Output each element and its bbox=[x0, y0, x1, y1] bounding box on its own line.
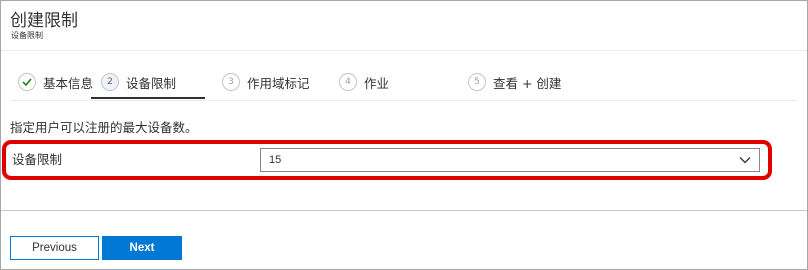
step-1-circle bbox=[18, 73, 36, 91]
step-number: 2 bbox=[101, 73, 119, 91]
step-number: 5 bbox=[468, 73, 486, 91]
step-label: 作业 bbox=[364, 75, 390, 91]
device-limit-value: 15 bbox=[269, 154, 282, 166]
wizard-steps: 基本信息 2 设备限制 3 作用域标记 4 作业 5 查看 + 创建 bbox=[0, 64, 808, 100]
step-review-create[interactable]: 5 查看 + 创建 bbox=[468, 64, 561, 100]
step-number: 3 bbox=[222, 73, 240, 91]
active-step-underline bbox=[91, 97, 205, 99]
step-scope-tags[interactable]: 3 作用域标记 bbox=[222, 64, 310, 100]
footer-divider bbox=[1, 210, 807, 211]
step-label: 设备限制 bbox=[126, 75, 177, 91]
header-divider bbox=[1, 50, 807, 51]
steps-divider bbox=[10, 100, 797, 101]
previous-button[interactable]: Previous bbox=[10, 236, 99, 260]
step-label: 查看 + 创建 bbox=[493, 75, 562, 91]
step-assignments[interactable]: 4 作业 bbox=[339, 64, 389, 100]
device-limit-dropdown[interactable]: 15 bbox=[260, 148, 760, 172]
step-device-limit[interactable]: 2 设备限制 bbox=[101, 64, 176, 100]
step-label: 作用域标记 bbox=[247, 75, 310, 91]
step-number: 4 bbox=[339, 73, 357, 91]
step-label: 基本信息 bbox=[43, 75, 94, 91]
next-button[interactable]: Next bbox=[102, 236, 182, 260]
page-title: 创建限制 bbox=[10, 11, 78, 31]
page-subtitle: 设备限制 bbox=[11, 31, 43, 40]
device-limit-label: 设备限制 bbox=[12, 152, 63, 167]
chevron-down-icon bbox=[739, 157, 751, 164]
device-limit-description: 指定用户可以注册的最大设备数。 bbox=[10, 120, 198, 135]
checkmark-icon bbox=[22, 78, 32, 86]
step-basics[interactable]: 基本信息 bbox=[18, 64, 93, 100]
